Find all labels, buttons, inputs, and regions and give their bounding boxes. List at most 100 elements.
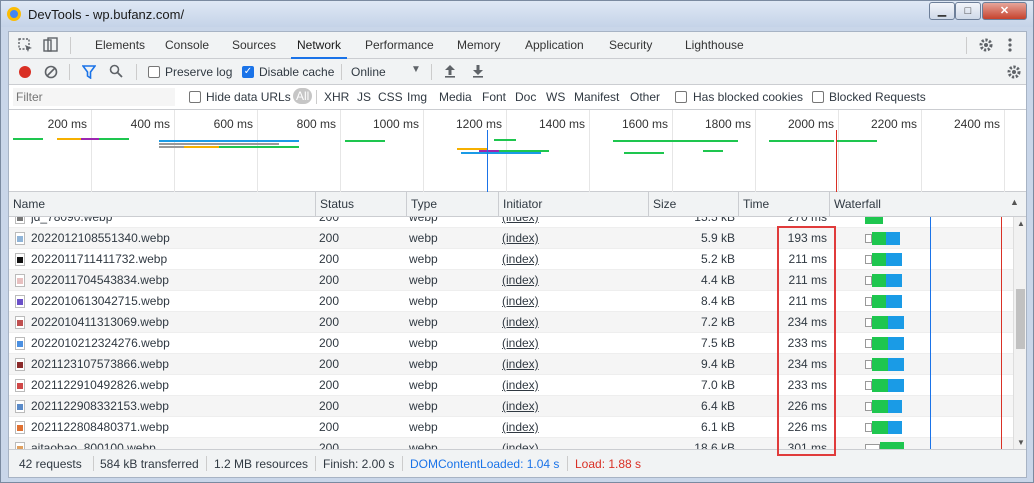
request-type: webp	[409, 231, 438, 245]
request-initiator[interactable]: (index)	[502, 417, 647, 438]
table-row[interactable]: 2022012108551340.webp 200 webp (index) 5.9 k…	[9, 228, 1013, 249]
search-icon[interactable]	[109, 64, 123, 78]
request-initiator[interactable]: (index)	[502, 396, 647, 417]
filter-type-media[interactable]: Media	[439, 90, 472, 104]
table-row[interactable]: 2021122808480371.webp 200 webp (index) 6.1 k…	[9, 417, 1013, 438]
tab-elements[interactable]: Elements	[89, 32, 151, 59]
request-initiator[interactable]: (index)	[502, 312, 647, 333]
waterfall-waiting-segment	[872, 295, 886, 308]
table-row[interactable]: 2022010411313069.webp 200 webp (index) 7.2 k…	[9, 312, 1013, 333]
filter-type-manifest[interactable]: Manifest	[574, 90, 619, 104]
disable-cache-checkbox[interactable]: ✓	[242, 66, 254, 78]
filter-type-css[interactable]: CSS	[378, 90, 403, 104]
upload-icon[interactable]	[444, 64, 456, 78]
table-row[interactable]: 2021123107573866.webp 200 webp (index) 9.4 k…	[9, 354, 1013, 375]
request-initiator[interactable]: (index)	[502, 270, 647, 291]
network-toolbar: Preserve log ✓ Disable cache Online ▼	[9, 59, 1026, 85]
column-header-initiator[interactable]: Initiator	[498, 192, 648, 217]
clear-icon[interactable]	[44, 65, 58, 79]
record-icon[interactable]	[18, 65, 32, 79]
request-size: 5.2 kB	[700, 252, 735, 266]
request-initiator[interactable]: (index)	[502, 217, 647, 228]
request-name: 2022012108551340.webp	[31, 231, 170, 245]
overview-timeline[interactable]: 200 ms 400 ms 600 ms 800 ms 1000 ms 1200 ms 14…	[9, 110, 1026, 192]
filter-icon[interactable]	[82, 65, 96, 79]
column-header-waterfall[interactable]: Waterfall	[829, 192, 1026, 217]
waterfall-waiting-segment	[865, 217, 883, 224]
table-row[interactable]: 2022011704543834.webp 200 webp (index) 4.4 k…	[9, 270, 1013, 291]
overview-load-line	[836, 130, 837, 192]
gear-icon[interactable]	[978, 37, 994, 53]
tab-application[interactable]: Application	[519, 32, 590, 59]
table-row[interactable]: 2021122908332153.webp 200 webp (index) 6.4 k…	[9, 396, 1013, 417]
tab-lighthouse[interactable]: Lighthouse	[679, 32, 750, 59]
table-row[interactable]: jd_78090.webp 200 webp (index) 15.5 kB 270 ms	[9, 217, 1013, 228]
column-header-time[interactable]: Time	[738, 192, 829, 217]
request-size: 8.4 kB	[700, 294, 735, 308]
preserve-log-checkbox[interactable]	[148, 66, 160, 78]
overview-request-bar	[184, 146, 224, 148]
scroll-thumb[interactable]	[1016, 289, 1025, 349]
request-initiator[interactable]: (index)	[502, 354, 647, 375]
throttling-select[interactable]: Online	[351, 65, 386, 79]
request-type: webp	[409, 357, 438, 371]
device-toolbar-icon[interactable]	[43, 37, 58, 53]
table-row[interactable]: aitaobao_800100.webp 200 webp (index) 18.6 k…	[9, 438, 1013, 449]
inspect-element-icon[interactable]	[18, 38, 33, 53]
filter-all-button[interactable]: All	[293, 88, 313, 104]
request-name: aitaobao_800100.webp	[31, 441, 156, 449]
chevron-down-icon[interactable]: ▼	[411, 64, 421, 75]
overview-tick-label: 1400 ms	[538, 117, 585, 131]
request-initiator[interactable]: (index)	[502, 333, 647, 354]
blocked-requests-checkbox[interactable]	[812, 91, 824, 103]
download-icon[interactable]	[472, 64, 484, 78]
request-initiator[interactable]: (index)	[502, 249, 647, 270]
waterfall-download-segment	[888, 421, 902, 434]
filter-type-other[interactable]: Other	[630, 90, 660, 104]
sort-ascending-icon[interactable]: ▲	[1010, 197, 1019, 207]
status-bar: 42 requests 584 kB transferred 1.2 MB re…	[9, 449, 1026, 477]
table-row[interactable]: 2022010613042715.webp 200 webp (index) 8.4 k…	[9, 291, 1013, 312]
request-name: 2022010411313069.webp	[31, 315, 169, 329]
hide-data-urls-checkbox[interactable]	[189, 91, 201, 103]
minimize-button[interactable]: ▁	[929, 2, 955, 20]
request-size: 7.2 kB	[700, 315, 735, 329]
tab-console[interactable]: Console	[159, 32, 215, 59]
maximize-button[interactable]: □	[955, 2, 981, 20]
tab-network[interactable]: Network	[291, 32, 348, 59]
request-initiator[interactable]: (index)	[502, 375, 647, 396]
filter-type-ws[interactable]: WS	[546, 90, 565, 104]
blocked-cookies-checkbox[interactable]	[675, 91, 687, 103]
request-initiator[interactable]: (index)	[502, 228, 647, 249]
kebab-icon[interactable]	[1006, 37, 1014, 53]
request-initiator[interactable]: (index)	[502, 438, 647, 449]
tab-memory[interactable]: Memory	[451, 32, 506, 59]
network-settings-gear-icon[interactable]	[1006, 64, 1022, 80]
request-status: 200	[319, 273, 340, 287]
load-time: Load: 1.88 s	[575, 457, 642, 471]
table-row[interactable]: 2021122910492826.webp 200 webp (index) 7.0 k…	[9, 375, 1013, 396]
column-header-size[interactable]: Size	[648, 192, 738, 217]
tab-sources[interactable]: Sources	[226, 32, 282, 59]
filter-type-img[interactable]: Img	[407, 90, 427, 104]
filter-type-js[interactable]: JS	[357, 90, 371, 104]
filter-type-font[interactable]: Font	[482, 90, 506, 104]
filter-type-xhr[interactable]: XHR	[324, 90, 349, 104]
request-size: 4.4 kB	[700, 273, 735, 287]
devtools-panel: Elements Console Sources Network Performance…	[8, 31, 1027, 478]
tab-performance[interactable]: Performance	[359, 32, 440, 59]
table-row[interactable]: 2022010212324276.webp 200 webp (index) 7.5 k…	[9, 333, 1013, 354]
image-file-icon	[15, 358, 25, 371]
filter-input[interactable]	[13, 88, 175, 106]
filter-type-doc[interactable]: Doc	[515, 90, 536, 104]
tab-security[interactable]: Security	[603, 32, 658, 59]
request-initiator[interactable]: (index)	[502, 291, 647, 312]
table-row[interactable]: 2022011711411732.webp 200 webp (index) 5.2 k…	[9, 249, 1013, 270]
overview-gridline	[257, 110, 258, 192]
scrollbar[interactable]: ▲ ▼	[1013, 217, 1026, 449]
column-header-status[interactable]: Status	[315, 192, 406, 217]
column-header-name[interactable]: Name	[9, 192, 315, 217]
request-name: 2021122908332153.webp	[31, 399, 169, 413]
close-window-button[interactable]: ✕	[982, 2, 1027, 20]
column-header-type[interactable]: Type	[406, 192, 498, 217]
